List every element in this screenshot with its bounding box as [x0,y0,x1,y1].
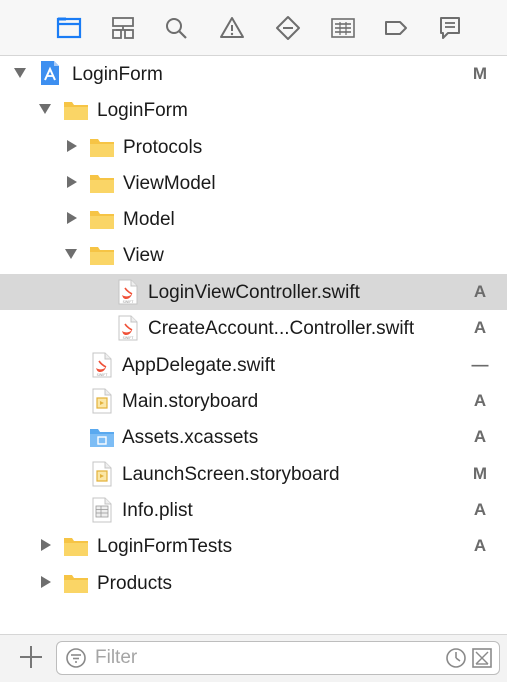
folder-icon [63,571,89,595]
report-speech-bubble-icon [440,17,460,39]
project-navigator-button[interactable] [53,12,85,44]
issue-navigator-button[interactable] [216,12,248,44]
scm-status-badge: A [473,500,487,519]
folder-icon [89,207,115,231]
tree-item-label: Protocols [123,137,203,158]
folder-icon [63,534,89,558]
tree-item-folder-products[interactable]: Products [0,565,507,601]
tree-item-file-main-storyboard[interactable]: Main.storyboard A [0,383,507,419]
scm-status-badge: A [473,536,487,555]
tree-item-folder-viewmodel[interactable]: ViewModel [0,165,507,201]
folder-icon [89,171,115,195]
folder-icon [63,98,89,122]
project-navigator-icon [56,17,82,39]
tree-item-file-createaccountcontroller[interactable]: SWIFT CreateAccount...Controller.swift A [0,310,507,346]
plus-icon[interactable] [18,644,44,670]
filter-input[interactable] [93,645,437,671]
tree-item-label: Model [123,209,175,230]
scm-status-badge: A [473,282,487,301]
warning-icon [220,17,244,38]
scm-status-badge: M [472,464,488,483]
project-icon [38,60,62,86]
breakpoint-icon [385,21,407,35]
swift-file-icon: SWIFT [91,352,113,378]
test-diamond-icon [276,16,300,40]
disclosure-triangle-open[interactable] [65,249,77,259]
navigator-filter-bar [0,634,507,682]
disclosure-triangle-closed[interactable] [41,539,51,551]
svg-text:SWIFT: SWIFT [97,373,109,377]
clock-icon[interactable] [445,647,467,669]
project-navigator: LoginForm M LoginForm Protocols ViewMode… [0,0,507,682]
source-control-filter-icon[interactable] [471,647,493,669]
folder-icon [89,243,115,267]
tree-item-project-loginform[interactable]: LoginForm M [0,56,507,92]
tree-item-label: Main.storyboard [122,391,259,412]
storyboard-file-icon [91,461,113,487]
tree-item-label: CreateAccount...Controller.swift [148,318,415,339]
disclosure-triangle-closed[interactable] [67,140,77,152]
scm-status-badge: A [473,318,487,337]
tree-item-label: ViewModel [123,173,216,194]
tree-item-folder-loginform[interactable]: LoginForm [0,92,507,128]
tree-item-file-launchscreen-storyboard[interactable]: LaunchScreen.storyboard M [0,456,507,492]
tree-item-label: LaunchScreen.storyboard [122,464,340,485]
tree-item-label: LoginForm [97,100,188,121]
storyboard-file-icon [91,388,113,414]
svg-text:SWIFT: SWIFT [123,336,135,340]
navigator-selector-bar [0,0,507,56]
svg-text:SWIFT: SWIFT [123,300,135,304]
tree-item-file-assets[interactable]: Assets.xcassets A [0,419,507,455]
tree-item-label: LoginFormTests [97,536,233,557]
symbol-navigator-button[interactable] [107,12,139,44]
swift-file-icon: SWIFT [117,279,139,305]
tree-item-label: LoginViewController.swift [148,282,360,303]
debug-navigator-button[interactable] [327,12,359,44]
tree-item-label: LoginForm [72,64,163,85]
scm-status-badge: M [472,64,488,83]
folder-icon [89,135,115,159]
breakpoint-navigator-button[interactable] [380,12,412,44]
find-navigator-button[interactable] [160,12,192,44]
tree-item-label: Assets.xcassets [122,427,259,448]
disclosure-triangle-open[interactable] [39,104,51,114]
tree-item-label: Info.plist [122,500,193,521]
tree-item-folder-view[interactable]: View [0,237,507,273]
filter-icon [66,648,86,668]
symbol-navigator-icon [112,17,134,39]
report-navigator-button[interactable] [434,12,466,44]
tree-item-file-loginviewcontroller[interactable]: SWIFT LoginViewController.swift A [0,274,507,310]
asset-catalog-icon [89,425,115,449]
scm-status-badge: — [471,355,489,374]
tree-item-folder-protocols[interactable]: Protocols [0,129,507,165]
debug-gauge-icon [331,18,355,38]
scm-status-badge: A [473,427,487,446]
search-icon [166,18,187,39]
test-navigator-button[interactable] [272,12,304,44]
plist-file-icon [91,497,113,523]
tree-item-label: View [123,245,164,266]
scm-status-badge: A [473,391,487,410]
tree-item-label: AppDelegate.swift [122,355,276,376]
tree-item-file-appdelegate[interactable]: SWIFT AppDelegate.swift — [0,347,507,383]
swift-file-icon: SWIFT [117,315,139,341]
disclosure-triangle-closed[interactable] [41,576,51,588]
tree-item-file-info-plist[interactable]: Info.plist A [0,492,507,528]
disclosure-triangle-closed[interactable] [67,176,77,188]
disclosure-triangle-closed[interactable] [67,212,77,224]
filter-field[interactable] [56,641,500,675]
tree-item-folder-loginformtests[interactable]: LoginFormTests A [0,528,507,564]
disclosure-triangle-open[interactable] [14,68,26,78]
tree-item-folder-model[interactable]: Model [0,201,507,237]
tree-item-label: Products [97,573,172,594]
